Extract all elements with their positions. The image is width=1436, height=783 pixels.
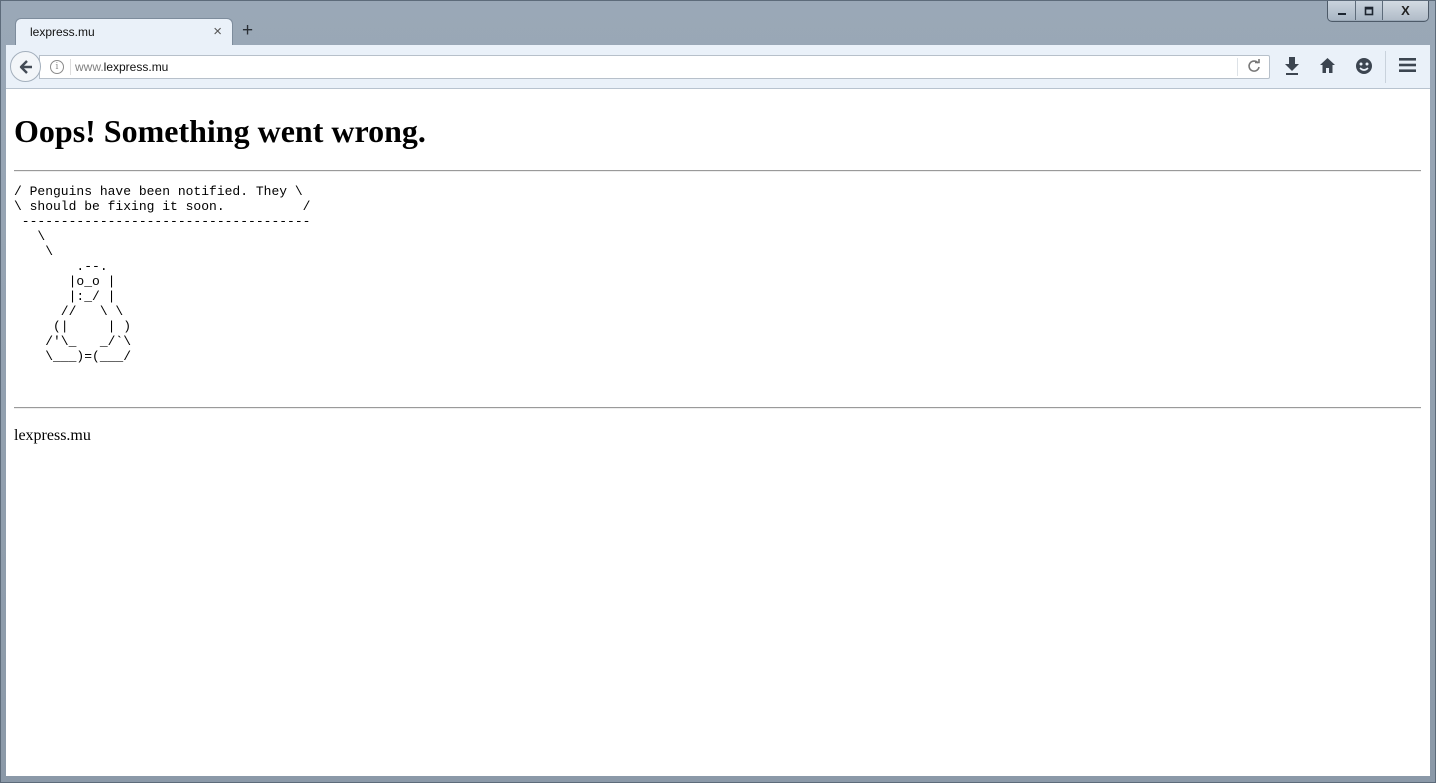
tab-title: lexpress.mu <box>30 25 95 39</box>
new-tab-button[interactable]: + <box>242 20 253 42</box>
navigation-toolbar: i www.lexpress.mu <box>6 45 1430 89</box>
maximize-button[interactable] <box>1355 1 1382 20</box>
footer-domain: lexpress.mu <box>14 427 91 444</box>
maximize-icon <box>1364 6 1374 15</box>
page-heading: Oops! Something went wrong. <box>14 113 426 149</box>
minimize-icon <box>1337 12 1346 15</box>
minimize-button[interactable] <box>1328 1 1355 20</box>
info-icon[interactable]: i <box>50 60 64 74</box>
top-divider <box>14 170 1421 172</box>
tab-strip: lexpress.mu × + <box>1 1 1435 46</box>
url-domain: lexpress.mu <box>103 60 169 74</box>
hello-smiley-icon[interactable] <box>1355 57 1373 80</box>
home-icon[interactable] <box>1319 57 1336 79</box>
reload-separator <box>1237 58 1238 76</box>
close-window-button[interactable]: X <box>1382 1 1428 20</box>
address-bar[interactable]: i www.lexpress.mu <box>39 55 1270 79</box>
reload-icon[interactable] <box>1247 59 1261 78</box>
url-text[interactable]: www.lexpress.mu <box>75 60 168 74</box>
hamburger-menu-icon[interactable] <box>1399 57 1416 78</box>
download-icon[interactable] <box>1284 57 1300 80</box>
penguin-ascii-art: / Penguins have been notified. They \ \ … <box>14 184 311 364</box>
tab-lexpress[interactable]: lexpress.mu × <box>15 18 233 46</box>
arrow-left-icon <box>19 59 32 74</box>
tab-close-icon[interactable]: × <box>213 23 222 40</box>
url-separator <box>70 59 71 75</box>
url-prefix: www. <box>75 60 104 74</box>
bottom-divider <box>14 407 1421 409</box>
page-content: Oops! Something went wrong. / Penguins h… <box>6 89 1430 776</box>
window-controls: X <box>1327 1 1429 22</box>
back-button[interactable] <box>10 51 41 82</box>
browser-window: lexpress.mu × + X i www.lexpress.mu Oops… <box>0 0 1436 783</box>
toolbar-separator <box>1385 51 1386 83</box>
